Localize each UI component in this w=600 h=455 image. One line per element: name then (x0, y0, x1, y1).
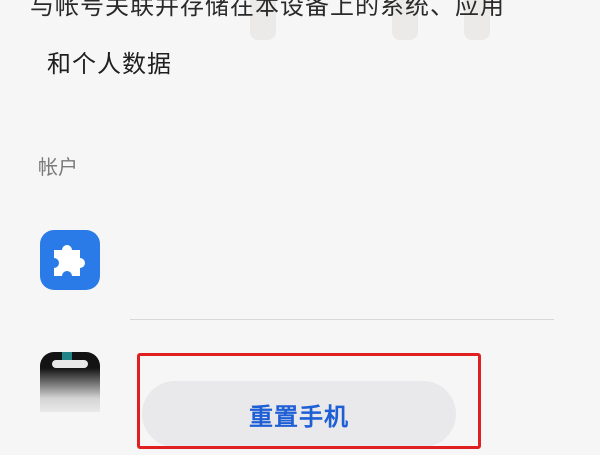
account-divider (130, 319, 554, 320)
puzzle-icon (40, 230, 100, 290)
reset-phone-button[interactable]: 重置手机 (142, 381, 456, 447)
reset-description-line1: 与帐号关联并存储在本设备上的系统、应用 (30, 0, 505, 20)
tiktok-icon-shape (52, 360, 88, 368)
reset-phone-button-label: 重置手机 (249, 403, 349, 431)
reset-phone-screen: 与帐号关联并存储在本设备上的系统、应用 和个人数据 帐户 重置手机 (0, 0, 600, 455)
accounts-section-header: 帐户 (38, 155, 78, 179)
reset-description-line2: 和个人数据 (47, 50, 172, 78)
